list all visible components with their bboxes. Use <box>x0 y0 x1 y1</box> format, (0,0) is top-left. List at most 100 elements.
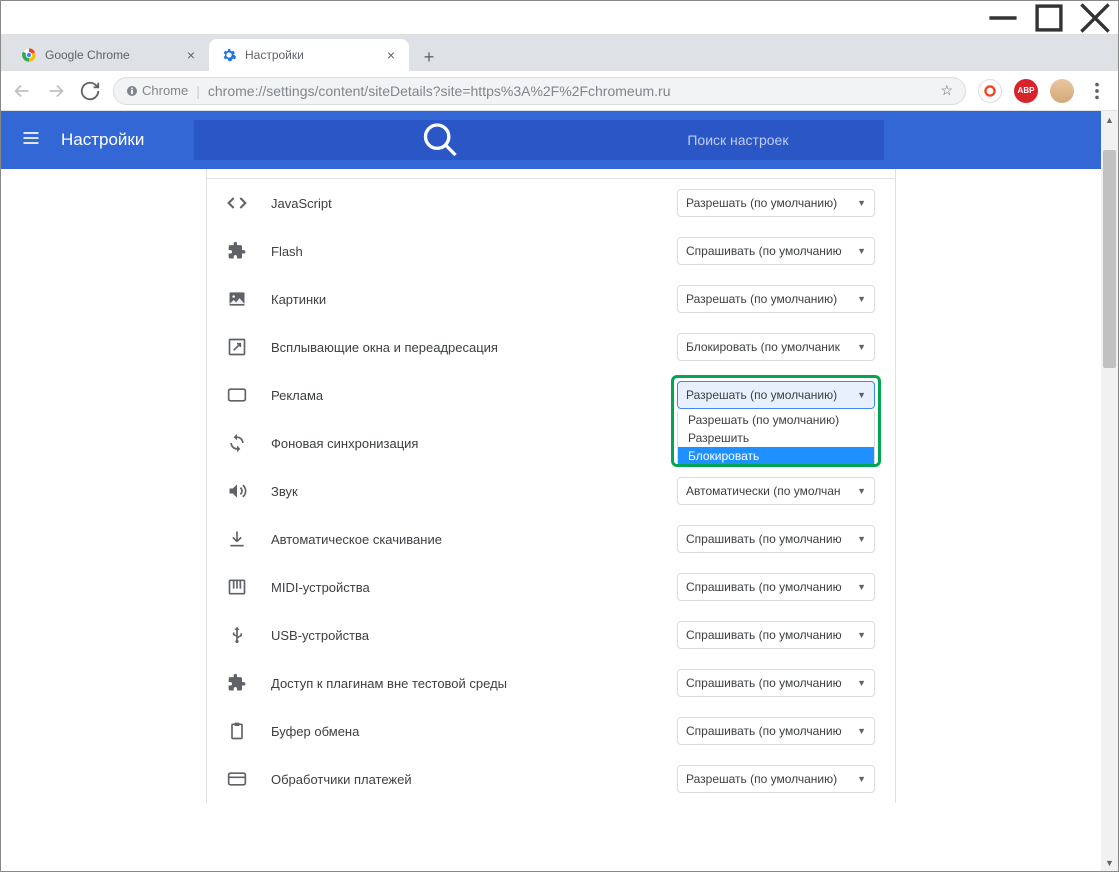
clipboard-icon <box>227 721 247 741</box>
vertical-scrollbar[interactable]: ▲ ▼ <box>1101 111 1118 871</box>
permission-select[interactable]: Спрашивать (по умолчанию▼ <box>677 669 875 697</box>
caret-down-icon: ▼ <box>857 294 866 304</box>
minimize-button[interactable] <box>980 1 1026 35</box>
tab-label: Google Chrome <box>45 48 177 62</box>
permission-label: USB-устройства <box>271 628 653 643</box>
usb-icon <box>227 625 247 645</box>
select-value: Спрашивать (по умолчанию <box>686 628 842 642</box>
page-title: Настройки <box>61 130 144 150</box>
tab-google-chrome[interactable]: Google Chrome × <box>9 39 209 71</box>
ads-icon <box>227 385 247 405</box>
dropdown-option[interactable]: Блокировать <box>678 447 874 465</box>
dropdown-option[interactable]: Разрешать (по умолчанию) <box>678 411 874 429</box>
image-icon <box>227 289 247 309</box>
permission-label: Автоматическое скачивание <box>271 532 653 547</box>
permission-select[interactable]: Спрашивать (по умолчанию ▼ <box>677 573 875 601</box>
caret-down-icon: ▼ <box>857 774 866 784</box>
tab-close-icon[interactable]: × <box>385 47 397 63</box>
omnibox[interactable]: Chrome | chrome://settings/content/siteD… <box>113 77 966 105</box>
permission-label: Доступ к плагинам вне тестовой среды <box>271 676 653 691</box>
midi-icon <box>227 577 247 597</box>
menu-button[interactable] <box>1086 80 1108 102</box>
payment-icon <box>227 769 247 789</box>
settings-search[interactable] <box>194 120 884 160</box>
permission-select[interactable]: Спрашивать (по умолчанию ▼ <box>677 237 875 265</box>
permission-row: Автоматическое скачивание Спрашивать (по … <box>207 515 895 563</box>
url-text: chrome://settings/content/siteDetails?si… <box>208 83 671 99</box>
new-tab-button[interactable]: + <box>415 43 443 71</box>
permission-select[interactable]: Разрешать (по умолчанию) ▼ <box>677 765 875 793</box>
permission-row: УведомленияБлокировать (по умолчаник▼ <box>207 169 895 178</box>
permission-select[interactable]: Разрешать (по умолчанию)▼ <box>677 189 875 217</box>
permission-select[interactable]: Спрашивать (по умолчанию▼ <box>677 525 875 553</box>
permission-select[interactable]: Блокировать (по умолчаник▼ <box>677 333 875 361</box>
select-value: Автоматически (по умолчан <box>686 484 841 498</box>
select-value: Разрешать (по умолчанию) <box>686 388 837 402</box>
secure-label: Chrome <box>142 83 188 98</box>
scroll-thumb[interactable] <box>1103 150 1116 368</box>
address-bar: Chrome | chrome://settings/content/siteD… <box>1 71 1118 111</box>
search-input[interactable] <box>687 132 868 148</box>
settings-main: УведомленияБлокировать (по умолчаник▼Jav… <box>1 169 1101 871</box>
caret-down-icon: ▼ <box>857 582 866 592</box>
caret-down-icon: ▼ <box>857 630 866 640</box>
back-button[interactable] <box>11 80 33 102</box>
select-value: Спрашивать (по умолчанию <box>686 676 842 690</box>
permission-row: Буфер обмена Спрашивать (по умолчанию ▼ <box>207 707 895 755</box>
tab-label: Настройки <box>245 48 377 62</box>
select-value: Спрашивать (по умолчанию <box>686 724 842 738</box>
adblock-extension-icon[interactable]: ABP <box>1014 79 1038 103</box>
permission-row: Звук Автоматически (по умолчан▼ <box>207 467 895 515</box>
permission-row: USB-устройства Спрашивать (по умолчанию ▼ <box>207 611 895 659</box>
caret-down-icon: ▼ <box>857 726 866 736</box>
secure-chip: Chrome <box>126 83 188 98</box>
select-value: Разрешать (по умолчанию) <box>686 196 837 210</box>
permission-row: JavaScript Разрешать (по умолчанию)▼ <box>207 179 895 227</box>
select-value: Спрашивать (по умолчанию <box>686 244 842 258</box>
permission-label: Буфер обмена <box>271 724 653 739</box>
scroll-down-icon[interactable]: ▼ <box>1101 854 1118 871</box>
permission-row: Всплывающие окна и переадресация Блокиров… <box>207 323 895 371</box>
download-icon <box>227 529 247 549</box>
chrome-favicon <box>21 47 37 63</box>
popup-icon <box>227 337 247 357</box>
caret-down-icon: ▼ <box>857 246 866 256</box>
search-icon <box>210 120 671 160</box>
permission-label: Flash <box>271 244 653 259</box>
permissions-panel: УведомленияБлокировать (по умолчаник▼Jav… <box>206 169 896 803</box>
yandex-extension-icon[interactable] <box>978 79 1002 103</box>
permission-label: Обработчики платежей <box>271 772 653 787</box>
select-value: Разрешать (по умолчанию) <box>686 292 837 306</box>
permission-select[interactable]: Разрешать (по умолчанию) ▼ <box>677 285 875 313</box>
scroll-up-icon[interactable]: ▲ <box>1101 111 1118 128</box>
permission-select[interactable]: Спрашивать (по умолчанию ▼ <box>677 717 875 745</box>
tab-close-icon[interactable]: × <box>185 47 197 63</box>
maximize-button[interactable] <box>1026 1 1072 35</box>
tab-settings[interactable]: Настройки × <box>209 39 409 71</box>
permission-label: Всплывающие окна и переадресация <box>271 340 653 355</box>
permission-dropdown: Разрешать (по умолчанию)РазрешитьБлокиро… <box>677 411 875 466</box>
permission-label: MIDI-устройства <box>271 580 653 595</box>
select-value: Блокировать (по умолчаник <box>686 340 840 354</box>
bookmark-star-icon[interactable]: ☆ <box>940 82 953 99</box>
close-button[interactable] <box>1072 1 1118 35</box>
reload-button[interactable] <box>79 80 101 102</box>
permission-label: JavaScript <box>271 196 653 211</box>
permission-select[interactable]: Разрешать (по умолчанию)▼ <box>677 381 875 409</box>
permission-label: Звук <box>271 484 653 499</box>
forward-button[interactable] <box>45 80 67 102</box>
select-value: Разрешать (по умолчанию) <box>686 772 837 786</box>
permission-select[interactable]: Автоматически (по умолчан▼ <box>677 477 875 505</box>
select-value: Спрашивать (по умолчанию <box>686 580 842 594</box>
code-icon <box>227 193 247 213</box>
sync-icon <box>227 433 247 453</box>
gear-favicon <box>221 47 237 63</box>
permission-select[interactable]: Спрашивать (по умолчанию ▼ <box>677 621 875 649</box>
hamburger-icon[interactable] <box>21 128 41 153</box>
permission-row: Обработчики платежей Разрешать (по умолча… <box>207 755 895 803</box>
puzzle-icon <box>227 241 247 261</box>
profile-avatar[interactable] <box>1050 79 1074 103</box>
titlebar <box>1 1 1118 35</box>
dropdown-option[interactable]: Разрешить <box>678 429 874 447</box>
settings-header: Настройки <box>1 111 1101 169</box>
